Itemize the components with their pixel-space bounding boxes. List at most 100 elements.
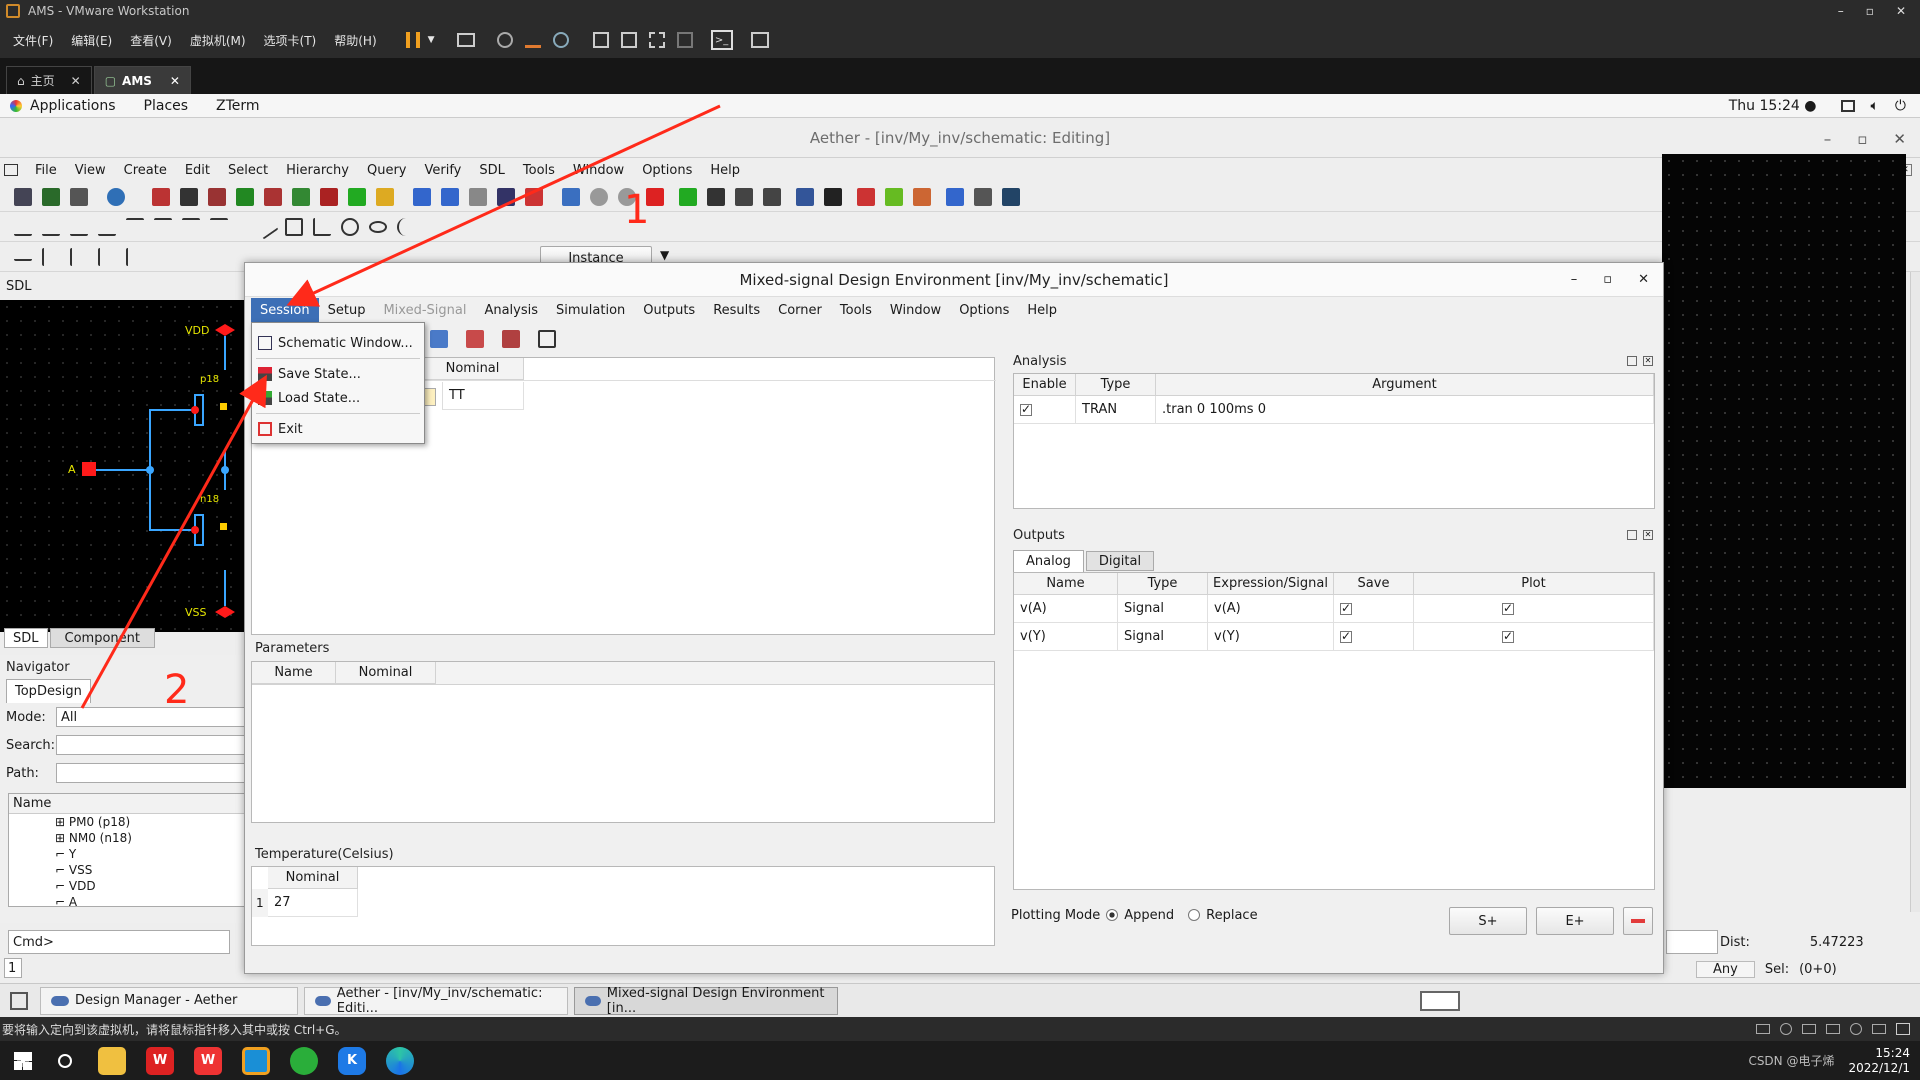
ground-icon[interactable] [14, 218, 32, 236]
temperature-value-cell[interactable]: 27 [268, 889, 358, 917]
wps-office-icon[interactable]: W [194, 1046, 222, 1075]
table-row[interactable]: v(Y) Signal v(Y) [1014, 623, 1654, 651]
unity-icon[interactable] [676, 32, 693, 48]
netlist-icon[interactable] [497, 187, 515, 206]
capacitor-icon[interactable] [98, 247, 116, 266]
tree-item[interactable]: ⌐ A [55, 894, 247, 906]
kugou-icon[interactable]: K [338, 1046, 366, 1075]
resistor-icon[interactable] [210, 217, 228, 236]
menu-view[interactable]: View [66, 158, 115, 182]
gnd-icon[interactable] [42, 218, 60, 236]
sound-icon[interactable] [1850, 1023, 1862, 1035]
erc-icon[interactable] [857, 187, 875, 206]
mde-titlebar[interactable]: Mixed-signal Design Environment [inv/My_… [245, 263, 1663, 297]
save-all-icon[interactable] [70, 187, 88, 206]
chart-icon[interactable] [430, 330, 448, 348]
vm-menu-edit[interactable]: 编辑(E) [62, 28, 121, 52]
network-adapter-icon[interactable] [1802, 1024, 1816, 1034]
message-icon[interactable] [1896, 1023, 1910, 1035]
source-icon[interactable] [182, 217, 200, 236]
close-icon[interactable]: ✕ [1893, 130, 1906, 148]
wechat-icon[interactable] [290, 1046, 318, 1075]
instance-icon[interactable] [292, 187, 310, 206]
tree-item[interactable]: ⊞ PM0 (p18) [55, 814, 247, 830]
mde-menu-simulation[interactable]: Simulation [547, 298, 634, 322]
minimize-icon[interactable]: – [1838, 4, 1844, 18]
menu-hierarchy[interactable]: Hierarchy [277, 158, 358, 182]
note-icon[interactable] [376, 187, 394, 206]
remove-button[interactable] [1623, 907, 1653, 935]
window-icon[interactable] [562, 187, 580, 206]
compare-icon[interactable] [525, 187, 543, 206]
menu-create[interactable]: Create [115, 158, 176, 182]
tree-item[interactable]: ⌐ Y [55, 846, 247, 862]
schematic-canvas-right[interactable] [1662, 154, 1906, 788]
float-icon[interactable] [1627, 356, 1637, 366]
mde-menu-outputs[interactable]: Outputs [634, 298, 704, 322]
menu-select[interactable]: Select [219, 158, 277, 182]
minimize-icon[interactable]: – [1571, 272, 1578, 287]
workspace-switcher[interactable] [1420, 990, 1460, 1011]
cd-icon[interactable] [1780, 1023, 1792, 1035]
applications-menu[interactable]: Applications [30, 98, 116, 114]
close-icon[interactable]: ✕ [1638, 272, 1649, 287]
close-icon[interactable]: ✕ [170, 74, 180, 88]
vmware-icon[interactable] [242, 1046, 270, 1075]
zoom-icon[interactable] [107, 187, 125, 206]
tab-topdesign[interactable]: TopDesign [6, 679, 91, 703]
search-input[interactable] [56, 735, 248, 755]
vm-menu-tabs[interactable]: 选项卡(T) [255, 28, 326, 52]
mde-menu-results[interactable]: Results [704, 298, 769, 322]
wire-icon[interactable] [180, 187, 198, 206]
duplicate-icon[interactable] [735, 187, 753, 206]
clock[interactable]: Thu 15:24 ● [1729, 98, 1817, 114]
menu-item-exit[interactable]: Exit [252, 417, 424, 441]
scrollbar-vertical[interactable] [1910, 272, 1920, 912]
vss-pin-icon[interactable] [215, 606, 235, 618]
corner-value-cell[interactable]: TT [442, 382, 524, 410]
task-aether[interactable]: Aether - [inv/My_inv/schematic: Editi... [304, 986, 568, 1016]
results-icon[interactable] [466, 330, 484, 348]
menu-query[interactable]: Query [358, 158, 416, 182]
s-plus-button[interactable]: S+ [1449, 907, 1527, 935]
tab-ams[interactable]: ▢ AMS ✕ [93, 66, 191, 94]
mde-menu-help[interactable]: Help [1018, 298, 1066, 322]
menu-edit[interactable]: Edit [176, 158, 219, 182]
vm-menu-file[interactable]: 文件(F) [4, 28, 62, 52]
menu-verify[interactable]: Verify [415, 158, 470, 182]
fullscreen-icon[interactable] [648, 32, 665, 48]
up-arrow-icon[interactable] [469, 187, 487, 206]
check-icon[interactable] [320, 187, 338, 206]
close-icon[interactable]: ✕ [71, 74, 81, 88]
menu-item-save-state[interactable]: Save State... [252, 362, 424, 386]
save-checkbox[interactable] [1340, 601, 1352, 615]
edge-icon[interactable] [386, 1046, 414, 1075]
cut-icon[interactable] [152, 187, 170, 206]
maximize-icon[interactable]: ▫ [1866, 4, 1874, 18]
maximize-icon[interactable]: ▫ [1603, 272, 1612, 287]
copy-icon[interactable] [679, 187, 697, 206]
menu-sdl[interactable]: SDL [470, 158, 514, 182]
polygon-icon[interactable] [313, 217, 331, 236]
probe-icon[interactable] [885, 187, 903, 206]
descend-icon[interactable] [413, 187, 431, 206]
menu-help[interactable]: Help [701, 158, 749, 182]
minimize-icon[interactable]: – [1824, 130, 1832, 148]
tree-item[interactable]: ⌐ VSS [55, 862, 247, 878]
nmos-icon[interactable] [42, 247, 60, 266]
netlist-run-icon[interactable] [502, 330, 520, 348]
setup-icon[interactable] [946, 187, 964, 206]
marker-icon[interactable] [913, 187, 931, 206]
menu-item-schematic-window[interactable]: Schematic Window... [252, 331, 424, 355]
vss-symbol-icon[interactable] [70, 218, 88, 236]
attach-icon[interactable] [974, 187, 992, 206]
tab-analog[interactable]: Analog [1013, 550, 1084, 572]
maximize-icon[interactable]: ▫ [1857, 130, 1867, 148]
ellipse-icon[interactable] [369, 220, 387, 233]
enable-checkbox[interactable] [1020, 402, 1032, 416]
binoculars-icon[interactable] [824, 187, 842, 206]
wire-segment-icon[interactable] [14, 252, 32, 261]
tab-home[interactable]: ⌂ 主页 ✕ [6, 66, 92, 94]
tray-clock[interactable]: 15:24 2022/12/1 [1848, 1046, 1910, 1076]
mode-select[interactable]: All [56, 707, 248, 727]
